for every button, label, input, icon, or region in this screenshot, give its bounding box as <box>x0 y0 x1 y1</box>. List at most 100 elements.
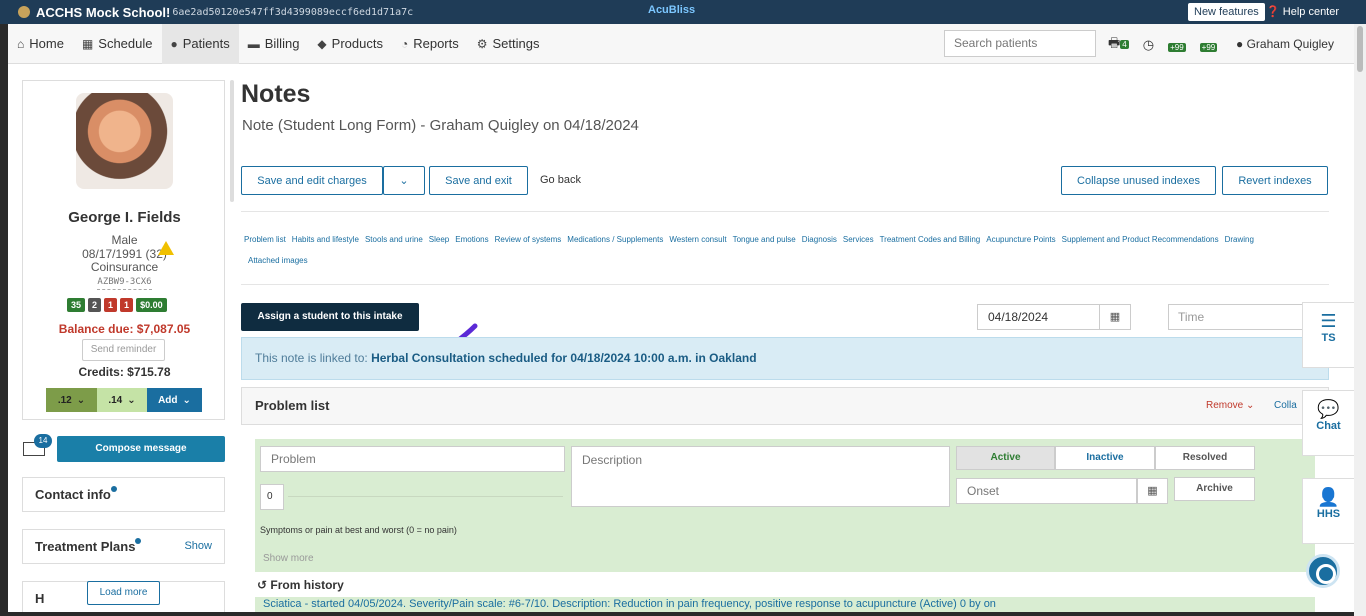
note-time-input[interactable]: Time <box>1168 304 1305 330</box>
index-link[interactable]: Habits and lifestyle <box>292 235 359 244</box>
index-link[interactable]: Sleep <box>429 235 449 244</box>
index-link[interactable]: Stools and urine <box>365 235 423 244</box>
code-12-dropdown[interactable]: .12 ⌄ <box>46 388 97 412</box>
index-link[interactable]: Problem list <box>244 235 286 244</box>
send-reminder-button[interactable]: Send reminder <box>82 339 165 361</box>
index-link[interactable]: Emotions <box>455 235 488 244</box>
pain-scale-value[interactable]: 0 <box>260 484 284 510</box>
go-back-link[interactable]: Go back <box>540 174 581 186</box>
left-column-scrollbar[interactable] <box>230 80 234 202</box>
warning-icon[interactable] <box>158 241 174 255</box>
clock-icon[interactable]: ◷ <box>1143 37 1154 53</box>
status-inactive-toggle[interactable]: Inactive <box>1055 446 1155 470</box>
credits: Credits: $715.78 <box>78 365 171 379</box>
index-link[interactable]: Supplement and Product Recommendations <box>1062 235 1219 244</box>
page-scrollbar[interactable] <box>1354 24 1366 616</box>
user-icon: ● <box>1236 37 1244 51</box>
problem-input[interactable]: Problem <box>260 446 565 472</box>
nav-label: Settings <box>492 36 540 51</box>
school-name: ACCHS Mock School! <box>36 4 171 20</box>
balance-due: Balance due: $7,087.05 <box>58 322 191 336</box>
user-menu[interactable]: ● Graham Quigley <box>1236 37 1334 51</box>
chevron-down-icon: ⌄ <box>127 394 136 406</box>
save-and-exit-button[interactable]: Save and exit <box>429 166 528 195</box>
question-icon: ❓ <box>1266 6 1280 18</box>
count-badge[interactable]: 1 <box>104 298 118 312</box>
calendar-icon: ▦ <box>81 36 94 51</box>
nav-reports[interactable]: ◔ Reports <box>392 24 468 64</box>
count-badge[interactable]: 1 <box>120 298 134 312</box>
patient-dob: 08/17/1991 (32) <box>82 247 167 261</box>
save-and-edit-charges-button[interactable]: Save and edit charges <box>241 166 383 195</box>
nav-settings[interactable]: ⚙ Settings <box>468 24 549 64</box>
home-icon: ⌂ <box>17 36 25 51</box>
history-item[interactable]: Sciatica - started 04/05/2024. Severity/… <box>255 597 1315 612</box>
index-link[interactable]: Attached images <box>248 256 308 265</box>
printer-icon[interactable]: 🖶 4 <box>1108 34 1129 56</box>
index-link[interactable]: Western consult <box>669 235 726 244</box>
nav-label: Products <box>331 36 383 51</box>
count-badge[interactable]: 35 <box>67 298 86 312</box>
code-14-dropdown[interactable]: .14 ⌄ <box>97 388 147 412</box>
nav-label: Patients <box>182 36 230 51</box>
help-center-link[interactable]: ❓ Help center <box>1266 5 1339 18</box>
patient-avatar <box>76 93 173 189</box>
archive-button[interactable]: Archive <box>1174 477 1255 501</box>
load-more-button[interactable]: Load more <box>87 581 160 605</box>
list-icon: ☰ <box>1320 311 1337 331</box>
tasks-icon[interactable]: +99 <box>1199 38 1218 53</box>
chat-widget[interactable]: 💬 Chat <box>1302 390 1354 456</box>
treatment-plans-panel[interactable]: Treatment Plans Show <box>22 529 225 564</box>
nav-home[interactable]: ⌂ Home <box>8 24 73 64</box>
status-resolved-toggle[interactable]: Resolved <box>1155 446 1255 470</box>
revert-indexes-button[interactable]: Revert indexes <box>1222 166 1328 195</box>
symptoms-label: Symptoms or pain at best and worst (0 = … <box>260 525 457 535</box>
index-link[interactable]: Diagnosis <box>802 235 837 244</box>
collapse-section-button[interactable]: Colla <box>1274 388 1297 424</box>
add-dropdown[interactable]: Add ⌄ <box>147 388 202 412</box>
index-link[interactable]: Tongue and pulse <box>733 235 796 244</box>
widget-label: Chat <box>1316 420 1341 432</box>
index-link[interactable]: Review of systems <box>495 235 562 244</box>
nav-schedule[interactable]: ▦ Schedule <box>73 24 162 64</box>
linked-appointment[interactable]: Herbal Consultation scheduled for 04/18/… <box>371 351 756 365</box>
collapse-unused-indexes-button[interactable]: Collapse unused indexes <box>1061 166 1216 195</box>
index-link[interactable]: Drawing <box>1225 235 1254 244</box>
chevron-down-icon: ⌄ <box>1246 400 1255 411</box>
pain-slider-track[interactable] <box>288 496 563 497</box>
support-lifebuoy-icon[interactable] <box>1306 554 1340 588</box>
note-date-input[interactable]: 04/18/2024 ▦ <box>977 304 1131 330</box>
index-link[interactable]: Treatment Codes and Billing <box>880 235 981 244</box>
remove-section-button[interactable]: Remove ⌄ <box>1206 388 1254 424</box>
contact-info-panel[interactable]: Contact info <box>22 477 225 512</box>
assign-student-button[interactable]: Assign a student to this intake <box>241 303 419 331</box>
help-center-label: Help center <box>1282 6 1340 18</box>
index-link[interactable]: Medications / Supplements <box>567 235 663 244</box>
save-options-dropdown[interactable]: ⌄ <box>383 166 425 195</box>
index-link[interactable]: Acupuncture Points <box>986 235 1055 244</box>
history-icon: ↺ <box>257 578 268 592</box>
search-patients-input[interactable]: Search patients <box>944 30 1096 57</box>
onset-input[interactable]: Onset <box>956 478 1137 504</box>
status-active-toggle[interactable]: Active <box>956 446 1055 470</box>
show-more-link[interactable]: Show more <box>263 553 314 564</box>
description-textarea[interactable]: Description <box>571 446 950 507</box>
scrollbar-thumb[interactable] <box>1357 26 1363 72</box>
ts-widget[interactable]: ☰ TS <box>1302 302 1354 368</box>
widget-label: TS <box>1321 332 1336 344</box>
date-value: 04/18/2024 <box>988 310 1049 324</box>
compose-message-button[interactable]: Compose message <box>57 436 225 462</box>
nav-patients[interactable]: ● Patients <box>161 23 239 64</box>
index-link[interactable]: Services <box>843 235 874 244</box>
nav-products[interactable]: ◆ Products <box>308 24 392 64</box>
show-link[interactable]: Show <box>184 530 212 563</box>
count-badge[interactable]: $0.00 <box>136 298 167 312</box>
nav-billing[interactable]: ▬ Billing <box>239 24 309 64</box>
hhs-widget[interactable]: 👤 HHS <box>1302 478 1354 544</box>
count-badge[interactable]: 2 <box>88 298 102 312</box>
calendar-icon[interactable]: ▦ <box>1137 478 1168 504</box>
new-features-button[interactable]: New features <box>1188 3 1265 21</box>
inbox-icon[interactable]: +99 <box>1168 38 1186 53</box>
patient-card: George I. Fields Male 08/17/1991 (32) Co… <box>22 80 225 420</box>
calendar-icon[interactable]: ▦ <box>1099 305 1130 329</box>
